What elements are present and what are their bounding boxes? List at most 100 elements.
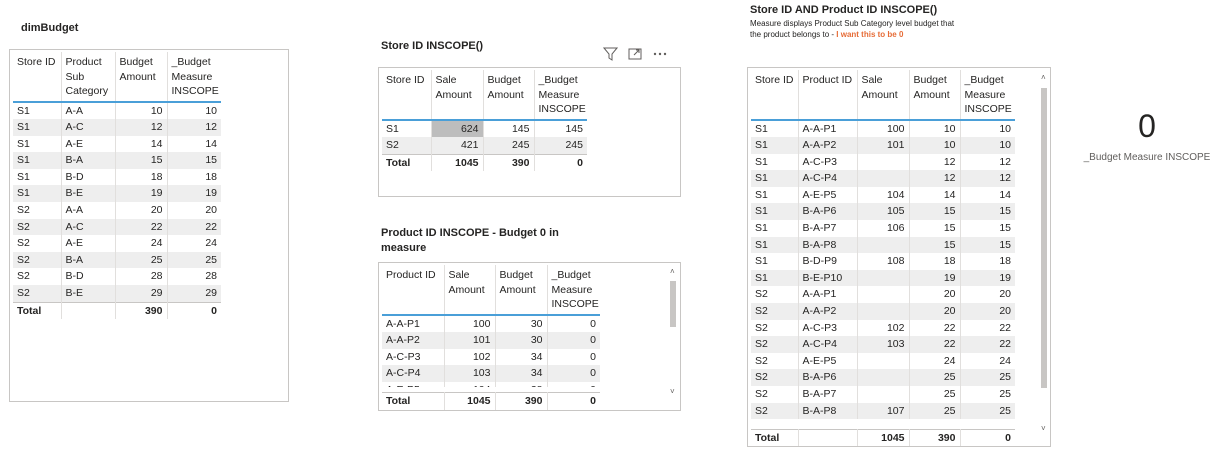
table-row[interactable]: S2 A-E 24 24: [13, 235, 221, 252]
table-row[interactable]: S1 B-A-P8 15 15: [751, 236, 1015, 254]
table-row[interactable]: A-E-P5104380: [382, 381, 600, 387]
table-total-row: Total 1045 390 0: [382, 391, 600, 410]
table-row[interactable]: S2 A-C 22 22: [13, 218, 221, 236]
table-row[interactable]: S1 A-C-P3 12 12: [751, 153, 1015, 171]
table-row[interactable]: S1 B-A-P7 106 15 15: [751, 220, 1015, 237]
table-row[interactable]: S2 A-C-P3 102 22 22: [751, 319, 1015, 337]
table-row[interactable]: S1 A-E 14 14: [13, 135, 221, 153]
filter-icon[interactable]: [603, 47, 618, 61]
table-cell: 24: [999, 354, 1011, 367]
table-cell: 245: [534, 137, 587, 155]
table-row[interactable]: S1 624 145 145: [382, 119, 587, 138]
table-cell: A-E-P5: [798, 186, 858, 204]
table-row[interactable]: S1 A-E-P5 104 14 14: [751, 186, 1015, 204]
table-cell: 108: [857, 253, 910, 270]
table-cell: 25: [999, 388, 1011, 400]
column-header[interactable]: Product ID: [798, 70, 858, 120]
scrollbar-thumb[interactable]: [670, 281, 676, 327]
table-row[interactable]: S2 B-A-P8 107 25 25: [751, 402, 1015, 420]
table-row[interactable]: S1 B-A-P6 105 15 15: [751, 203, 1015, 221]
column-header[interactable]: _Budget Measure INSCOPE: [167, 52, 221, 102]
table-cell: S1: [382, 119, 432, 138]
table-cell: B-E-P10: [798, 269, 858, 287]
table-row[interactable]: S1 A-A 10 10: [13, 101, 221, 120]
column-header[interactable]: Budget Amount: [115, 52, 168, 102]
table-cell: 100: [857, 119, 910, 138]
table-row[interactable]: S1 B-D-P9 108 18 18: [751, 253, 1015, 270]
table-row[interactable]: S2 A-A-P2 20 20: [751, 303, 1015, 320]
scroll-up-arrow-icon[interactable]: ˄: [1041, 73, 1046, 82]
table-row[interactable]: S2 A-C-P4 103 22 22: [751, 336, 1015, 353]
table-row[interactable]: S1 A-A-P1 100 10 10: [751, 119, 1015, 138]
table-cell: 30: [495, 332, 548, 349]
table-cell: B-A: [61, 152, 116, 169]
focus-mode-icon[interactable]: [628, 47, 642, 61]
table-row[interactable]: A-C-P3 102 34 0: [382, 348, 600, 366]
column-header[interactable]: Sale Amount: [444, 265, 496, 315]
table-row[interactable]: S1 A-C-P4 12 12: [751, 170, 1015, 187]
column-header[interactable]: Store ID: [382, 70, 432, 120]
table-cell: B-A-P7: [798, 220, 858, 237]
column-header[interactable]: Store ID: [13, 52, 62, 102]
table-scroll-area[interactable]: Product ID Sale Amount Budget Amount _Budge…: [379, 263, 680, 387]
column-header[interactable]: Budget Amount: [909, 70, 961, 120]
table-row[interactable]: S2 A-A-P1 20 20: [751, 286, 1015, 304]
table-row[interactable]: S2 B-A-P6 25 25: [751, 369, 1015, 386]
subtitle-line-1: Measure displays Product Sub Category le…: [750, 19, 955, 28]
vertical-scrollbar[interactable]: [1041, 86, 1047, 424]
column-header[interactable]: Sale Amount: [857, 70, 910, 120]
table-row[interactable]: S1 B-E 19 19: [13, 185, 221, 203]
table-row[interactable]: S2 A-E-P5 24 24: [751, 352, 1015, 370]
total-cell: 1045: [857, 428, 910, 446]
table-cell: B-E: [61, 285, 116, 303]
table-cell: S2: [13, 251, 62, 269]
scroll-up-arrow-icon[interactable]: ˄: [670, 267, 675, 276]
table-row[interactable]: S1 A-A-P2 101 10 10: [751, 137, 1015, 154]
table-row[interactable]: A-A-P1 100 30 0: [382, 314, 600, 333]
total-cell: 390: [483, 153, 535, 172]
table-cell: 102: [857, 319, 910, 337]
dimbudget-table-visual[interactable]: Store ID Product Sub Category Budget Amoun…: [9, 49, 289, 402]
table-cell: A-C-P3: [798, 153, 858, 171]
column-header[interactable]: Product ID: [382, 265, 445, 315]
table-row[interactable]: S2 B-A 25 25: [13, 251, 221, 269]
column-header[interactable]: Product Sub Category: [61, 52, 116, 102]
more-options-icon[interactable]: [652, 47, 668, 61]
table-row[interactable]: S1 B-D 18 18: [13, 168, 221, 186]
table-cell: A-A-P1: [382, 314, 445, 333]
visual-title-store-product-inscope: Store ID AND Product ID INSCOPE(): [750, 4, 938, 16]
column-header[interactable]: _Budget Measure INSCOPE: [547, 265, 600, 315]
table-cell: A-A: [61, 101, 116, 120]
table-cell: 29: [115, 285, 168, 303]
table-row[interactable]: S2 B-D 28 28: [13, 268, 221, 286]
table-row[interactable]: S1 B-E-P10 19 19: [751, 269, 1015, 287]
table-row[interactable]: S1 A-C 12 12: [13, 119, 221, 136]
column-header[interactable]: Budget Amount: [495, 265, 548, 315]
table-cell: 14: [115, 135, 168, 153]
table-row[interactable]: S2 421 245 245: [382, 137, 587, 155]
table-cell: B-A-P6: [798, 203, 858, 221]
table-row[interactable]: S2 B-E 29 29: [13, 285, 221, 303]
scroll-down-arrow-icon[interactable]: ˅: [670, 387, 675, 396]
table-row[interactable]: S1 B-A 15 15: [13, 152, 221, 169]
table-row[interactable]: A-A-P2 101 30 0: [382, 332, 600, 349]
table-header-row: Product ID Sale Amount Budget Amount _Budge…: [382, 265, 600, 315]
scroll-down-arrow-icon[interactable]: ˅: [1041, 424, 1046, 433]
table-scroll-area[interactable]: Store ID Product ID Sale Amount Budget Amou…: [748, 68, 1050, 424]
store-inscope-table-visual[interactable]: Store ID Sale Amount Budget Amount _Budget …: [378, 67, 681, 197]
vertical-scrollbar[interactable]: [670, 279, 676, 379]
table-row[interactable]: A-C-P4 103 34 0: [382, 365, 600, 382]
table-cell: S1: [751, 170, 799, 187]
scrollbar-thumb[interactable]: [1041, 88, 1047, 388]
column-header[interactable]: Store ID: [751, 70, 799, 120]
table-cell: 12: [999, 155, 1011, 168]
column-header[interactable]: Sale Amount: [431, 70, 484, 120]
product-inscope-table-visual[interactable]: Product ID Sale Amount Budget Amount _Budge…: [378, 262, 681, 411]
table-row[interactable]: S2 A-A 20 20: [13, 202, 221, 219]
table-row[interactable]: S2 B-A-P7 25 25: [751, 386, 1015, 403]
column-header[interactable]: Budget Amount: [483, 70, 535, 120]
column-header[interactable]: _Budget Measure INSCOPE: [534, 70, 587, 120]
table-cell: 15: [909, 236, 961, 254]
store-product-inscope-table-visual[interactable]: Store ID Product ID Sale Amount Budget Amou…: [747, 67, 1051, 447]
column-header[interactable]: _Budget Measure INSCOPE: [960, 70, 1015, 120]
